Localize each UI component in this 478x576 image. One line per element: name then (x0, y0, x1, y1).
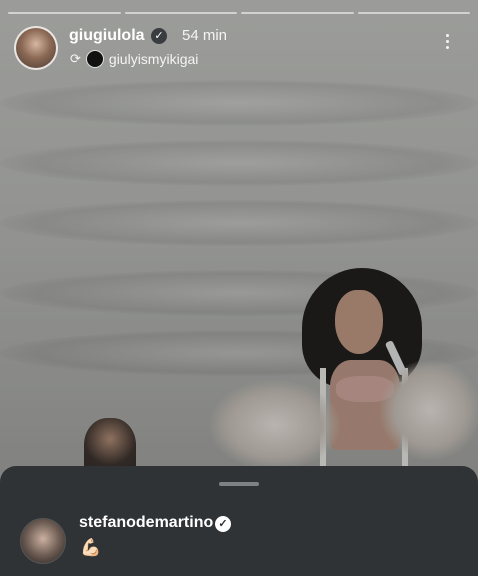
comment-avatar[interactable] (20, 518, 66, 564)
verified-icon: ✓ (151, 28, 167, 44)
repost-avatar (85, 50, 104, 68)
menu-dot (445, 46, 449, 49)
story-progress-bar (8, 12, 470, 14)
author-username[interactable]: giugiulola (69, 27, 145, 45)
repost-icon: ⟳ (70, 51, 81, 66)
progress-segment (8, 12, 121, 14)
story-time: 54 min (182, 27, 228, 44)
comments-sheet[interactable]: stefanodemartino ✓ 💪🏻 (0, 466, 478, 576)
more-vertical-icon[interactable] (444, 34, 450, 49)
progress-segment (124, 12, 237, 14)
comment-text: 💪🏻 (80, 538, 102, 557)
comment-username[interactable]: stefanodemartino (79, 514, 213, 532)
repost-attribution[interactable]: ⟳ giulyismyikigai (70, 50, 198, 68)
verified-icon: ✓ (215, 516, 231, 532)
progress-segment (241, 12, 354, 14)
progress-segment (357, 12, 470, 14)
menu-dot (445, 40, 449, 43)
story-viewer[interactable]: giugiulola ✓ 54 min ⟳ giulyismyikigai st… (0, 0, 478, 576)
author-avatar[interactable] (14, 26, 58, 70)
repost-username[interactable]: giulyismyikigai (109, 51, 198, 67)
drag-handle[interactable] (219, 482, 259, 486)
menu-dot (445, 34, 449, 37)
